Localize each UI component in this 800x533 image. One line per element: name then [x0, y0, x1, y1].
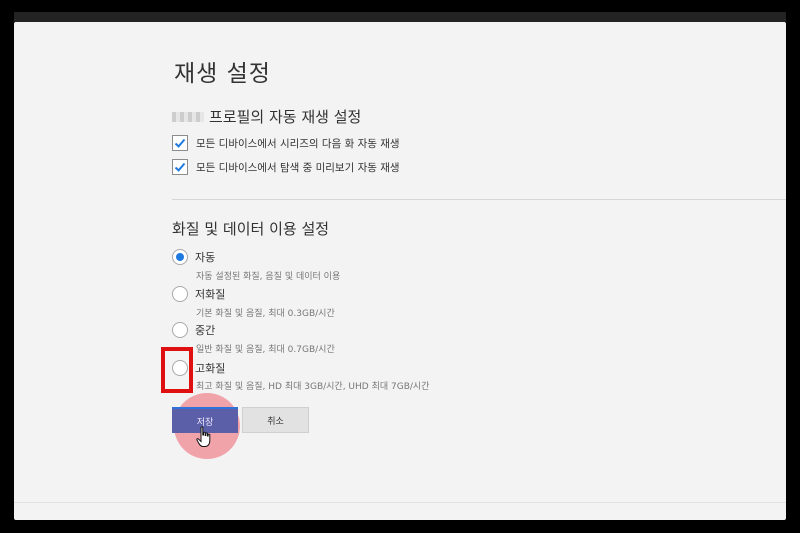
checkmark-icon — [174, 138, 186, 148]
next-episode-label: 모든 디바이스에서 시리즈의 다음 화 자동 재생 — [196, 137, 400, 150]
checkmark-icon — [174, 162, 186, 172]
autoplay-preview-option[interactable]: 모든 디바이스에서 탐색 중 미리보기 자동 재생 — [172, 159, 400, 175]
medium-radio[interactable] — [172, 322, 188, 338]
autoplay-next-episode-option[interactable]: 모든 디바이스에서 시리즈의 다음 화 자동 재생 — [172, 135, 400, 151]
cancel-button[interactable]: 취소 — [242, 407, 309, 433]
preview-checkbox[interactable] — [172, 159, 188, 175]
quality-section-title: 화질 및 데이터 이용 설정 — [172, 220, 330, 238]
auto-radio[interactable] — [172, 249, 188, 265]
low-label: 저화질 — [195, 288, 226, 301]
page-title: 재생 설정 — [174, 61, 271, 87]
blurred-profile-name — [172, 111, 204, 122]
quality-option-auto[interactable]: 자동 — [172, 249, 215, 265]
low-radio[interactable] — [172, 286, 188, 302]
settings-screen: 재생 설정 프로필의 자동 재생 설정 모든 디바이스에서 시리즈의 다음 화 … — [14, 22, 786, 520]
autoplay-section-title: 프로필의 자동 재생 설정 — [172, 106, 361, 127]
autoplay-section-title-text: 프로필의 자동 재생 설정 — [209, 108, 362, 126]
low-desc: 기본 화질 및 음질, 최대 0.3GB/시간 — [196, 309, 335, 319]
section-divider — [172, 199, 786, 200]
quality-option-medium[interactable]: 중간 — [172, 322, 215, 338]
preview-label: 모든 디바이스에서 탐색 중 미리보기 자동 재생 — [196, 161, 400, 174]
medium-label: 중간 — [195, 324, 216, 337]
medium-desc: 일반 화질 및 음질, 최대 0.7GB/시간 — [196, 345, 335, 355]
next-episode-checkbox[interactable] — [172, 135, 188, 151]
hand-pointer-icon — [196, 426, 211, 447]
high-desc: 최고 화질 및 음질, HD 최대 3GB/시간, UHD 최대 7GB/시간 — [196, 382, 430, 392]
top-frame-bar — [14, 12, 786, 22]
high-label: 고화질 — [195, 362, 226, 375]
auto-label: 자동 — [195, 251, 216, 264]
bottom-divider — [14, 502, 786, 503]
highlight-annotation-box — [161, 347, 193, 393]
quality-option-low[interactable]: 저화질 — [172, 286, 225, 302]
auto-desc: 자동 설정된 화질, 음질 및 데이터 이용 — [196, 272, 341, 282]
radio-selected-dot — [176, 253, 184, 261]
